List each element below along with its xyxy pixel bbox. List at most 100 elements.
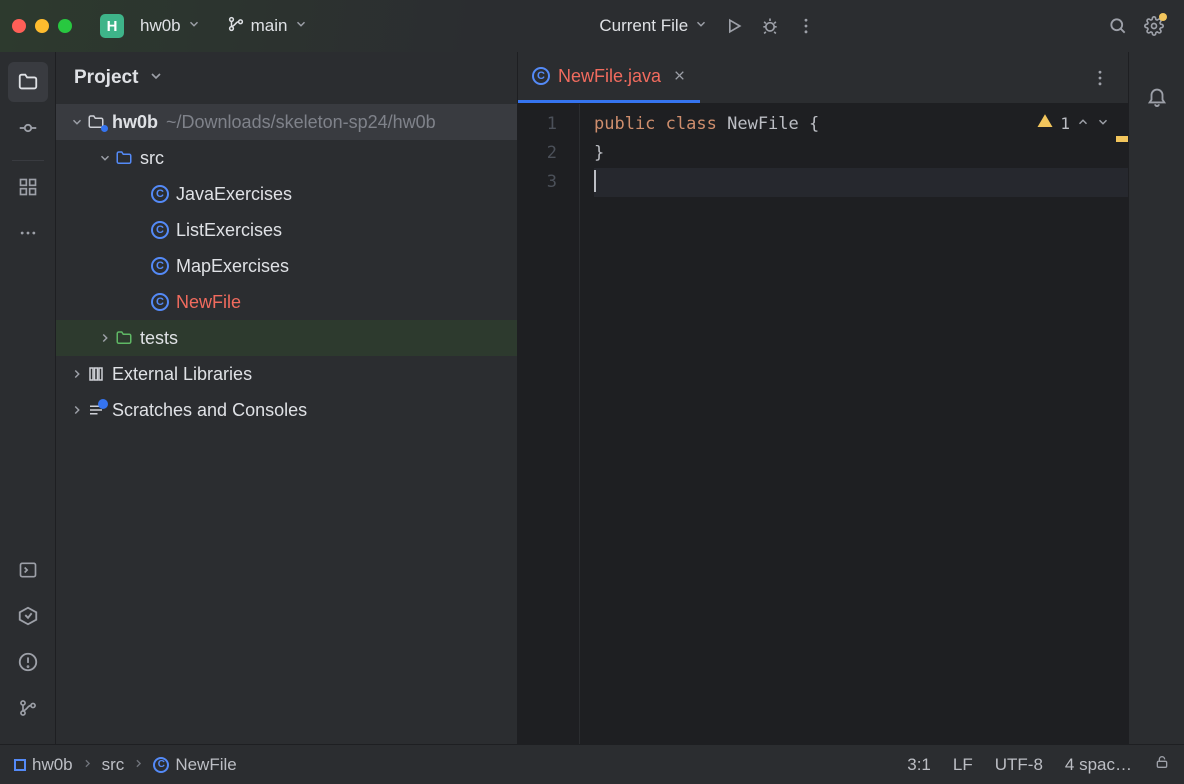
prev-problem-button[interactable] [1076,114,1090,133]
class-icon: C [150,221,170,239]
tree-root-label: hw0b [112,112,158,133]
left-tool-strip [0,52,56,744]
line-number: 1 [518,110,579,139]
file-label: NewFile [176,292,241,313]
breadcrumb-item[interactable]: hw0b [14,755,73,775]
file-label: ListExercises [176,220,282,241]
editor[interactable]: 1 2 3 public class NewFile { } 1 [518,104,1128,744]
notifications-button[interactable] [1137,76,1177,116]
settings-notification-dot [1159,13,1167,21]
vcs-branch-dropdown[interactable]: main [219,11,316,42]
more-tool-button[interactable] [8,213,48,253]
status-bar: hw0b src C NewFile 3:1 LF UTF-8 4 spac… [0,744,1184,784]
folder-icon [114,329,134,347]
branch-icon [227,15,245,38]
line-separator[interactable]: LF [953,755,973,775]
module-icon [14,759,26,771]
tree-file-new-file[interactable]: C NewFile [56,284,517,320]
chevron-down-icon [694,16,708,36]
right-tool-strip [1128,52,1184,744]
chevron-down-icon[interactable] [96,151,114,165]
library-icon [86,365,106,383]
search-button[interactable] [1100,8,1136,44]
chevron-down-icon [187,16,201,36]
caret-position[interactable]: 3:1 [907,755,931,775]
breadcrumbs[interactable]: hw0b src C NewFile [14,755,237,775]
tree-tests-row[interactable]: tests [56,320,517,356]
tab-label: NewFile.java [558,66,661,87]
chevron-down-icon [294,16,308,36]
editor-area: C NewFile.java 1 2 3 [518,52,1128,744]
commit-tool-button[interactable] [8,108,48,148]
window-controls [12,19,72,33]
tree-root-row[interactable]: hw0b ~/Downloads/skeleton-sp24/hw0b [56,104,517,140]
scratches-icon [86,401,106,419]
chevron-right-icon [132,755,145,775]
tree-file-list-exercises[interactable]: C ListExercises [56,212,517,248]
module-icon [86,113,106,131]
code-line [594,168,1128,197]
encoding[interactable]: UTF-8 [995,755,1043,775]
caret [594,170,596,192]
main: Project hw0b ~/Downloads/skeleton-sp24/h… [0,52,1184,744]
indent[interactable]: 4 spac… [1065,755,1132,775]
warning-count: 1 [1060,114,1070,133]
chevron-right-icon[interactable] [96,331,114,345]
project-name: hw0b [140,16,181,36]
tab-bar: C NewFile.java [518,52,1128,104]
chevron-down-icon[interactable] [148,68,164,89]
titlebar: H hw0b main Current File [0,0,1184,52]
problems-tool-button[interactable] [8,642,48,682]
project-dropdown[interactable]: hw0b [132,12,209,40]
breadcrumb-item[interactable]: src [102,755,125,775]
maximize-window-button[interactable] [58,19,72,33]
minimize-window-button[interactable] [35,19,49,33]
gutter: 1 2 3 [518,104,580,744]
line-number: 2 [518,139,579,168]
class-icon: C [150,185,170,203]
project-tool-button[interactable] [8,62,48,102]
settings-button[interactable] [1136,8,1172,44]
debug-button[interactable] [752,8,788,44]
inspection-widget[interactable]: 1 [1036,112,1110,134]
close-window-button[interactable] [12,19,26,33]
tree-file-map-exercises[interactable]: C MapExercises [56,248,517,284]
panel-header: Project [56,52,517,104]
terminal-tool-button[interactable] [8,550,48,590]
tree-label: External Libraries [112,364,252,385]
close-tab-button[interactable] [673,66,686,87]
class-icon: C [532,67,550,85]
tree-scratches[interactable]: Scratches and Consoles [56,392,517,428]
project-panel: Project hw0b ~/Downloads/skeleton-sp24/h… [56,52,518,744]
editor-tab[interactable]: C NewFile.java [518,52,700,103]
tab-more-button[interactable] [1082,60,1118,96]
readonly-toggle[interactable] [1154,754,1170,775]
run-config-label: Current File [599,16,688,36]
run-button[interactable] [716,8,752,44]
structure-tool-button[interactable] [8,167,48,207]
error-stripe-marker[interactable] [1116,136,1128,142]
services-tool-button[interactable] [8,596,48,636]
project-tree[interactable]: hw0b ~/Downloads/skeleton-sp24/hw0b src … [56,104,517,744]
tree-tests-label: tests [140,328,178,349]
branch-name: main [251,16,288,36]
tree-src-row[interactable]: src [56,140,517,176]
code-area[interactable]: public class NewFile { } 1 [580,104,1128,744]
tree-external-libraries[interactable]: External Libraries [56,356,517,392]
divider [12,160,44,161]
breadcrumb-item[interactable]: C NewFile [153,755,236,775]
tree-file-java-exercises[interactable]: C JavaExercises [56,176,517,212]
more-actions-button[interactable] [788,8,824,44]
run-config-dropdown[interactable]: Current File [591,12,716,40]
tree-label: Scratches and Consoles [112,400,307,421]
chevron-right-icon [81,755,94,775]
chevron-right-icon[interactable] [68,403,86,417]
tree-root-path: ~/Downloads/skeleton-sp24/hw0b [166,112,436,133]
file-label: JavaExercises [176,184,292,205]
chevron-right-icon[interactable] [68,367,86,381]
next-problem-button[interactable] [1096,114,1110,133]
chevron-down-icon[interactable] [68,115,86,129]
vcs-tool-button[interactable] [8,688,48,728]
panel-title: Project [74,67,138,89]
tree-src-label: src [140,148,164,169]
